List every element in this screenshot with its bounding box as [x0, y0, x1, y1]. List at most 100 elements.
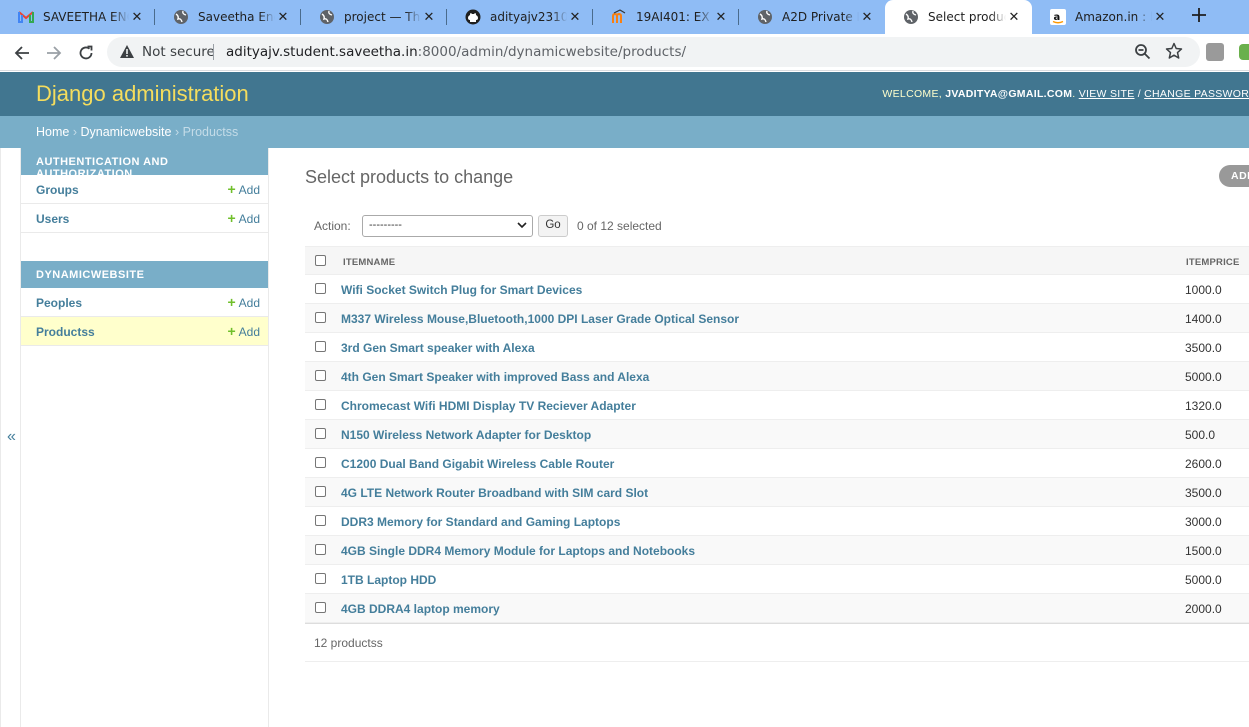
- item-name-link[interactable]: 1TB Laptop HDD: [341, 573, 436, 587]
- model-link[interactable]: Peoples: [36, 296, 82, 310]
- browser-tab-active[interactable]: Select products to change ✕: [885, 0, 1032, 34]
- action-select[interactable]: ---------: [362, 215, 533, 237]
- close-icon[interactable]: ✕: [421, 9, 437, 25]
- tab-title: Amazon.in : laptop: [1075, 10, 1152, 24]
- add-label: Add: [238, 325, 260, 339]
- model-link[interactable]: Groups: [36, 183, 79, 197]
- column-header-itemname[interactable]: Itemname: [343, 257, 395, 268]
- row-checkbox[interactable]: [315, 544, 326, 555]
- sidebar-item-users: Users + Add: [21, 204, 268, 233]
- warning-icon[interactable]: [119, 44, 135, 64]
- reload-button[interactable]: [74, 41, 98, 65]
- arrow-right-icon: [47, 46, 62, 60]
- module-caption[interactable]: Dynamicwebsite: [21, 261, 268, 288]
- row-checkbox[interactable]: [315, 602, 326, 613]
- profile-avatar[interactable]: [1206, 43, 1224, 61]
- item-price: 3500.0: [1185, 486, 1222, 500]
- breadcrumb-app[interactable]: Dynamicwebsite: [80, 125, 171, 139]
- item-price: 500.0: [1185, 428, 1216, 442]
- close-icon[interactable]: ✕: [713, 9, 729, 25]
- close-icon[interactable]: ✕: [859, 9, 875, 25]
- add-link[interactable]: + Add: [227, 324, 260, 339]
- plus-icon: +: [227, 294, 236, 310]
- globe-icon: [903, 9, 919, 25]
- paginator: 12 productss: [305, 623, 1249, 662]
- add-product-button[interactable]: Add: [1219, 165, 1249, 187]
- globe-icon: [173, 9, 189, 25]
- new-tab-button[interactable]: [1186, 4, 1212, 30]
- row-checkbox[interactable]: [315, 515, 326, 526]
- row-checkbox[interactable]: [315, 399, 326, 410]
- browser-tab[interactable]: a Amazon.in : laptop ✕: [1032, 0, 1178, 34]
- reload-icon: [79, 45, 93, 60]
- item-name-link[interactable]: 4GB Single DDR4 Memory Module for Laptop…: [341, 544, 695, 558]
- item-name-link[interactable]: Chromecast Wifi HDMI Display TV Reciever…: [341, 399, 636, 413]
- item-name-link[interactable]: 3rd Gen Smart speaker with Alexa: [341, 341, 535, 355]
- zoom-icon[interactable]: [1134, 43, 1151, 65]
- close-icon[interactable]: ✕: [129, 9, 145, 25]
- browser-tab[interactable]: 19AI401: EX 03 ✕: [593, 0, 739, 34]
- browser-tab[interactable]: SAVEETHA ENGINEERING COLLEGE ✕: [0, 0, 155, 34]
- add-link[interactable]: + Add: [227, 211, 260, 226]
- add-label: Add: [238, 183, 260, 197]
- browser-tab[interactable]: A2D Private Limited ✕: [739, 0, 885, 34]
- close-icon[interactable]: ✕: [275, 9, 291, 25]
- view-site-link[interactable]: View site: [1079, 88, 1135, 100]
- divider: [213, 44, 214, 60]
- row-checkbox[interactable]: [315, 341, 326, 352]
- item-name-link[interactable]: 4th Gen Smart Speaker with improved Bass…: [341, 370, 649, 384]
- row-checkbox[interactable]: [315, 312, 326, 323]
- select-all-checkbox[interactable]: [315, 255, 326, 266]
- item-name-link[interactable]: DDR3 Memory for Standard and Gaming Lapt…: [341, 515, 620, 529]
- close-icon[interactable]: ✕: [567, 9, 583, 25]
- table-row: M337 Wireless Mouse,Bluetooth,1000 DPI L…: [305, 304, 1249, 333]
- site-name[interactable]: Django administration: [36, 81, 249, 107]
- row-checkbox[interactable]: [315, 283, 326, 294]
- item-name-link[interactable]: 4G LTE Network Router Broadband with SIM…: [341, 486, 648, 500]
- table-row: C1200 Dual Band Gigabit Wireless Cable R…: [305, 449, 1249, 478]
- browser-tab[interactable]: project — Their ✕: [301, 0, 447, 34]
- welcome-text: Welcome,: [882, 88, 942, 100]
- url-text[interactable]: adityajv.student.saveetha.in:8000/admin/…: [226, 44, 686, 60]
- close-icon[interactable]: ✕: [1152, 9, 1168, 25]
- change-password-link[interactable]: Change password: [1144, 88, 1249, 100]
- row-checkbox[interactable]: [315, 573, 326, 584]
- add-link[interactable]: + Add: [227, 182, 260, 197]
- item-name-link[interactable]: Wifi Socket Switch Plug for Smart Device…: [341, 283, 582, 297]
- back-button[interactable]: [10, 41, 34, 65]
- item-name-link[interactable]: M337 Wireless Mouse,Bluetooth,1000 DPI L…: [341, 312, 739, 326]
- tab-title: A2D Private Limited: [782, 10, 859, 24]
- forward-button[interactable]: [42, 41, 66, 65]
- model-link[interactable]: Users: [36, 212, 69, 226]
- module-caption[interactable]: Authentication and Authorization: [21, 148, 268, 180]
- breadcrumb-home[interactable]: Home: [36, 125, 69, 139]
- item-name-link[interactable]: N150 Wireless Network Adapter for Deskto…: [341, 428, 591, 442]
- module-dynamicwebsite: Dynamicwebsite Peoples + Add Productss + A…: [21, 261, 268, 346]
- item-name-link[interactable]: 4GB DDRA4 laptop memory: [341, 602, 500, 616]
- column-header-itemprice[interactable]: Itemprice: [1186, 257, 1240, 268]
- add-link[interactable]: + Add: [227, 294, 260, 310]
- item-price: 1000.0: [1185, 283, 1222, 297]
- table-row: 1TB Laptop HDD 5000.0: [305, 565, 1249, 594]
- browser-tab[interactable]: Saveetha Engineering College ✕: [155, 0, 301, 34]
- sidebar-toggle[interactable]: «: [0, 148, 21, 727]
- model-link[interactable]: Productss: [36, 325, 95, 339]
- item-name-link[interactable]: C1200 Dual Band Gigabit Wireless Cable R…: [341, 457, 614, 471]
- breadcrumb: Home › Dynamicwebsite › Productss: [0, 116, 1249, 148]
- tab-title: SAVEETHA ENGINEERING COLLEGE: [43, 10, 129, 24]
- close-icon[interactable]: ✕: [1006, 9, 1022, 25]
- row-checkbox[interactable]: [315, 428, 326, 439]
- browser-tab[interactable]: adityajv2310/ux ✕: [447, 0, 593, 34]
- row-checkbox[interactable]: [315, 457, 326, 468]
- bookmark-star-icon[interactable]: [1165, 42, 1183, 65]
- extension-icon[interactable]: [1239, 44, 1249, 60]
- row-checkbox[interactable]: [315, 370, 326, 381]
- breadcrumb-separator: ›: [174, 125, 183, 139]
- not-secure-label[interactable]: Not secure: [142, 44, 215, 60]
- item-price: 5000.0: [1185, 573, 1222, 587]
- item-price: 5000.0: [1185, 370, 1222, 384]
- go-button[interactable]: Go: [538, 215, 568, 237]
- row-checkbox[interactable]: [315, 486, 326, 497]
- url-path: :8000/admin/dynamicwebsite/products/: [417, 44, 687, 60]
- address-bar[interactable]: Not secure adityajv.student.saveetha.in:…: [107, 37, 1200, 67]
